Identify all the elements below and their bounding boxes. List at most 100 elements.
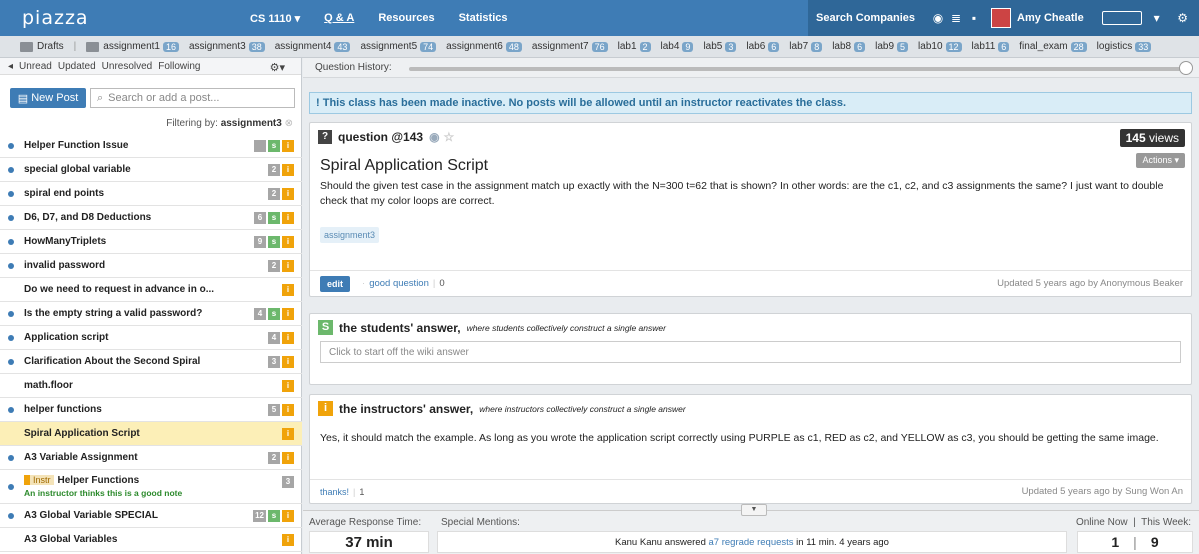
post-title: Clarification About the Second Spiral xyxy=(24,356,201,367)
folder-lab7[interactable]: lab7 8 xyxy=(789,41,823,52)
folder-assignment1[interactable]: assignment1 16 xyxy=(86,41,179,52)
post-item[interactable]: helper functions 5 i xyxy=(0,398,302,422)
folder-assignment6[interactable]: assignment6 48 xyxy=(446,41,522,52)
post-item[interactable]: Helper Function Issue s i xyxy=(0,134,302,158)
filter-updated[interactable]: Updated xyxy=(58,61,96,72)
gear-icon[interactable]: ⚙ xyxy=(1174,11,1192,25)
course-dropdown[interactable]: CS 1110 ▾ xyxy=(250,12,300,25)
avatar[interactable] xyxy=(991,8,1012,28)
folder-lab8[interactable]: lab8 6 xyxy=(832,41,866,52)
nav-resources[interactable]: Resources xyxy=(378,12,434,24)
nav-statistics[interactable]: Statistics xyxy=(459,12,508,24)
chat-icon[interactable]: ▪ xyxy=(965,11,983,25)
folder-lab9[interactable]: lab9 5 xyxy=(875,41,909,52)
tag-assignment3[interactable]: assignment3 xyxy=(320,227,380,243)
folder-label: lab8 xyxy=(832,41,852,52)
instructor-answer-icon: i xyxy=(282,380,294,392)
good-question-button[interactable]: good question xyxy=(369,278,429,289)
folder-count: 16 xyxy=(162,41,179,52)
folder-logistics[interactable]: logistics 33 xyxy=(1097,41,1152,52)
post-item[interactable]: spiral end points 2 i xyxy=(0,182,302,206)
reply-count-badge: 4 xyxy=(254,308,266,320)
views-number: 145 xyxy=(1125,131,1146,145)
post-item[interactable]: Application script 4 i xyxy=(0,326,302,350)
folder-lab4[interactable]: lab4 9 xyxy=(661,41,694,52)
reply-count-badge xyxy=(254,140,266,152)
post-item[interactable]: A3 Global Variable SPECIAL 12 s i xyxy=(0,504,302,528)
folder-drafts[interactable]: Drafts xyxy=(20,41,64,52)
new-post-button[interactable]: ▤ New Post xyxy=(10,88,86,108)
post-title: HowManyTriplets xyxy=(24,236,107,247)
post-item[interactable]: math.floor i xyxy=(0,374,302,398)
instructors-subtitle: where instructors collectively construct… xyxy=(479,403,686,414)
post-badges: 4i xyxy=(266,332,294,344)
star-icon[interactable]: ☆ xyxy=(444,130,455,144)
filter-following[interactable]: Following xyxy=(158,61,200,72)
search-companies-link[interactable]: Search Companies xyxy=(816,12,915,24)
post-list: Helper Function Issue s i special global va… xyxy=(0,134,302,552)
post-title: Is the empty string a valid password? xyxy=(24,308,203,319)
special-mentions-label: Special Mentions: xyxy=(441,517,520,528)
post-item[interactable]: Is the empty string a valid password? 4 s i xyxy=(0,302,302,326)
folder-lab6[interactable]: lab6 6 xyxy=(746,41,780,52)
collapse-stats-button[interactable]: ▼ xyxy=(741,504,767,516)
post-title-line: Do we need to request in advance in o... xyxy=(24,284,214,295)
folder-assignment5[interactable]: assignment5 74 xyxy=(360,41,437,52)
actions-button[interactable]: Actions ▾ xyxy=(1136,153,1185,168)
post-item[interactable]: A3 Global Variables i xyxy=(0,528,302,552)
list-icon[interactable]: ≣ xyxy=(947,11,965,25)
history-slider-knob[interactable] xyxy=(1179,61,1193,75)
folder-assignment7[interactable]: assignment7 76 xyxy=(532,41,608,52)
folder-lab11[interactable]: lab11 6 xyxy=(972,41,1010,52)
user-name[interactable]: Amy Cheatle xyxy=(1017,12,1084,24)
folder-label: assignment6 xyxy=(446,41,503,52)
post-badges: 2i xyxy=(266,164,294,176)
folder-final-exam[interactable]: final_exam 28 xyxy=(1019,41,1087,52)
search-input[interactable]: ⌕ Search or add a post... xyxy=(90,88,295,108)
post-item[interactable]: A3 Variable Assignment 2 i xyxy=(0,446,302,470)
post-title-line: Helper Function Issue xyxy=(24,140,128,151)
post-title: helper functions xyxy=(24,404,102,415)
post-item[interactable]: D6, D7, and D8 Deductions 6 s i xyxy=(0,206,302,230)
post-item[interactable]: invalid password 2 i xyxy=(0,254,302,278)
post-item[interactable]: HowManyTriplets 9 s i xyxy=(0,230,302,254)
folder-label: lab11 xyxy=(971,41,996,52)
post-item[interactable]: Spiral Application Script i xyxy=(0,422,302,446)
post-text: Is the empty string a valid password? xyxy=(24,308,202,319)
students-answer-header: S the students' answer, where students c… xyxy=(310,314,1191,341)
post-title-line: spiral end points xyxy=(24,188,104,199)
mention-link[interactable]: a7 regrade requests xyxy=(709,537,794,548)
piazza-logo[interactable]: piazza xyxy=(22,7,212,29)
post-badges: 5i xyxy=(266,404,294,416)
folder-assignment3[interactable]: assignment3 38 xyxy=(189,41,265,52)
post-title: Spiral Application Script xyxy=(24,428,140,439)
clear-filter-icon[interactable]: ⊗ xyxy=(285,118,293,129)
edit-button[interactable]: edit xyxy=(320,275,351,292)
question-header: ? question @143 ◉ ☆ xyxy=(310,123,1191,151)
nav-qa[interactable]: Q & A xyxy=(324,12,354,24)
folder-lab5[interactable]: lab5 3 xyxy=(703,41,737,52)
this-week-value: 9 xyxy=(1150,534,1159,550)
post-item[interactable]: special global variable 2 i xyxy=(0,158,302,182)
post-item[interactable]: Instr Helper Functions An instructor think… xyxy=(0,470,302,504)
post-title: Do we need to request in advance in o... xyxy=(24,284,215,295)
folder-lab1[interactable]: lab1 2 xyxy=(618,41,651,52)
thanks-button[interactable]: thanks! xyxy=(320,487,349,497)
post-item[interactable]: Clarification About the Second Spiral 3 i xyxy=(0,350,302,374)
globe-icon[interactable]: ◉ xyxy=(929,11,947,25)
user-menu-box[interactable] xyxy=(1101,11,1142,25)
wiki-answer-input[interactable]: Click to start off the wiki answer xyxy=(320,341,1181,363)
post-item[interactable]: Do we need to request in advance in o...… xyxy=(0,278,302,302)
instructor-answer-icon: i xyxy=(282,308,294,320)
watch-icon[interactable]: ◉ xyxy=(429,130,439,144)
history-slider[interactable] xyxy=(409,61,1193,75)
collapse-arrow-icon[interactable]: ◂ xyxy=(8,61,13,72)
filter-unread[interactable]: Unread xyxy=(19,61,52,72)
gear-icon[interactable]: ⚙▾ xyxy=(270,61,285,74)
good-note-label: An instructor thinks this is a good note xyxy=(24,488,183,498)
chevron-down-icon[interactable]: ▾ xyxy=(1148,11,1166,25)
folder-assignment4[interactable]: assignment4 43 xyxy=(275,41,351,52)
folder-lab10[interactable]: lab10 12 xyxy=(918,41,962,52)
filter-unresolved[interactable]: Unresolved xyxy=(102,61,153,72)
history-label: Question History: xyxy=(315,62,392,73)
